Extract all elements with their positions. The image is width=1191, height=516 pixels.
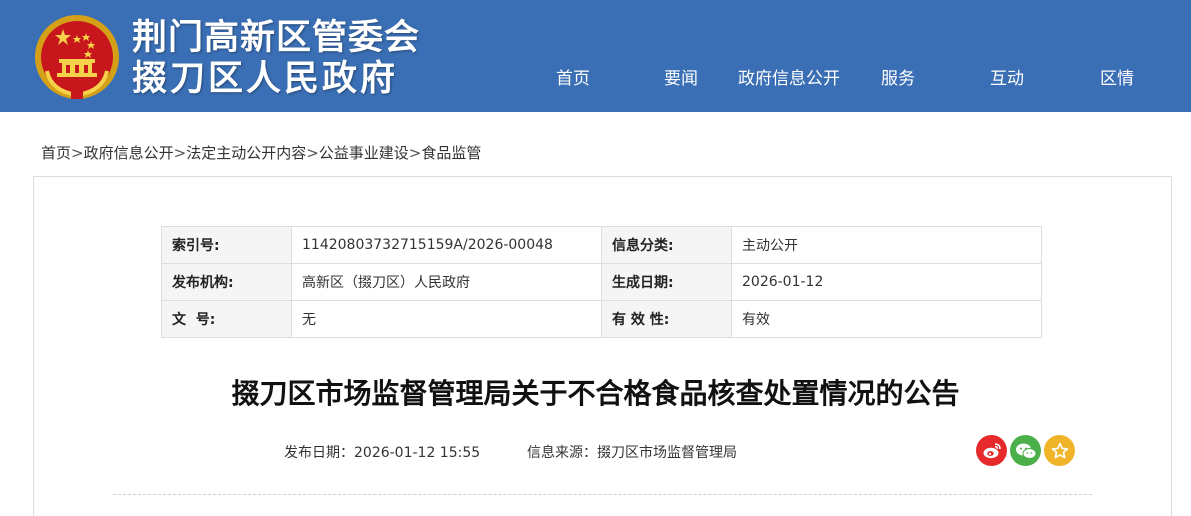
site-header: 荆门高新区管委会 掇刀区人民政府 首页 要闻 政府信息公开 服务 互动 区情	[0, 0, 1191, 112]
favorite-button[interactable]	[1044, 435, 1075, 466]
index-value: 11420803732715159A/2026-00048	[291, 226, 602, 264]
wechat-icon	[1015, 443, 1036, 459]
breadcrumb: 首页>政府信息公开>法定主动公开内容>公益事业建设>食品监管	[41, 141, 481, 165]
publisher-value: 高新区（掇刀区）人民政府	[291, 263, 602, 301]
nav-item-interaction[interactable]: 互动	[990, 64, 1024, 94]
site-title-line1: 荆门高新区管委会	[132, 18, 421, 58]
validity-value: 有效	[731, 300, 1042, 338]
validity-label: 有 效 性:	[601, 300, 732, 338]
breadcrumb-separator: >	[71, 144, 84, 162]
table-row: 文 号: 无 有 效 性: 有效	[161, 300, 1042, 338]
star-icon	[1051, 442, 1068, 458]
nav-item-home[interactable]: 首页	[556, 64, 590, 94]
breadcrumb-home[interactable]: 首页	[41, 144, 71, 162]
nav-item-news[interactable]: 要闻	[664, 64, 698, 94]
nav-item-district-info[interactable]: 区情	[1100, 64, 1134, 94]
content-divider	[113, 494, 1092, 495]
index-label: 索引号:	[161, 226, 292, 264]
main-nav: 首页 要闻 政府信息公开 服务 互动 区情	[0, 64, 1191, 94]
breadcrumb-gov-info[interactable]: 政府信息公开	[84, 144, 174, 162]
table-row: 发布机构: 高新区（掇刀区）人民政府 生成日期: 2026-01-12	[161, 263, 1042, 301]
docno-label: 文 号:	[161, 300, 292, 338]
weibo-icon	[983, 442, 1001, 458]
info-source: 信息来源：掇刀区市场监督管理局	[527, 445, 737, 461]
article-title: 掇刀区市场监督管理局关于不合格食品核查处置情况的公告	[231, 377, 960, 410]
publish-date: 发布日期：2026-01-12 15:55	[284, 445, 481, 461]
date-value: 2026-01-12	[731, 263, 1042, 301]
wechat-share-button[interactable]	[1010, 435, 1041, 466]
breadcrumb-separator: >	[408, 144, 422, 162]
document-meta-table: 索引号: 11420803732715159A/2026-00048 信息分类:…	[161, 226, 1042, 338]
breadcrumb-separator: >	[306, 144, 319, 162]
date-label: 生成日期:	[601, 263, 732, 301]
publisher-label: 发布机构:	[161, 263, 292, 301]
category-value: 主动公开	[731, 226, 1042, 264]
nav-item-gov-info[interactable]: 政府信息公开	[738, 64, 840, 94]
table-row: 索引号: 11420803732715159A/2026-00048 信息分类:…	[161, 226, 1042, 264]
breadcrumb-food-supervision[interactable]: 食品监管	[421, 144, 481, 162]
breadcrumb-public-welfare[interactable]: 公益事业建设	[319, 144, 409, 162]
category-label: 信息分类:	[601, 226, 732, 264]
weibo-share-button[interactable]	[976, 435, 1007, 466]
docno-value: 无	[291, 300, 602, 338]
breadcrumb-separator: >	[173, 144, 187, 162]
breadcrumb-statutory-content[interactable]: 法定主动公开内容	[186, 144, 306, 162]
nav-item-service[interactable]: 服务	[881, 64, 915, 94]
